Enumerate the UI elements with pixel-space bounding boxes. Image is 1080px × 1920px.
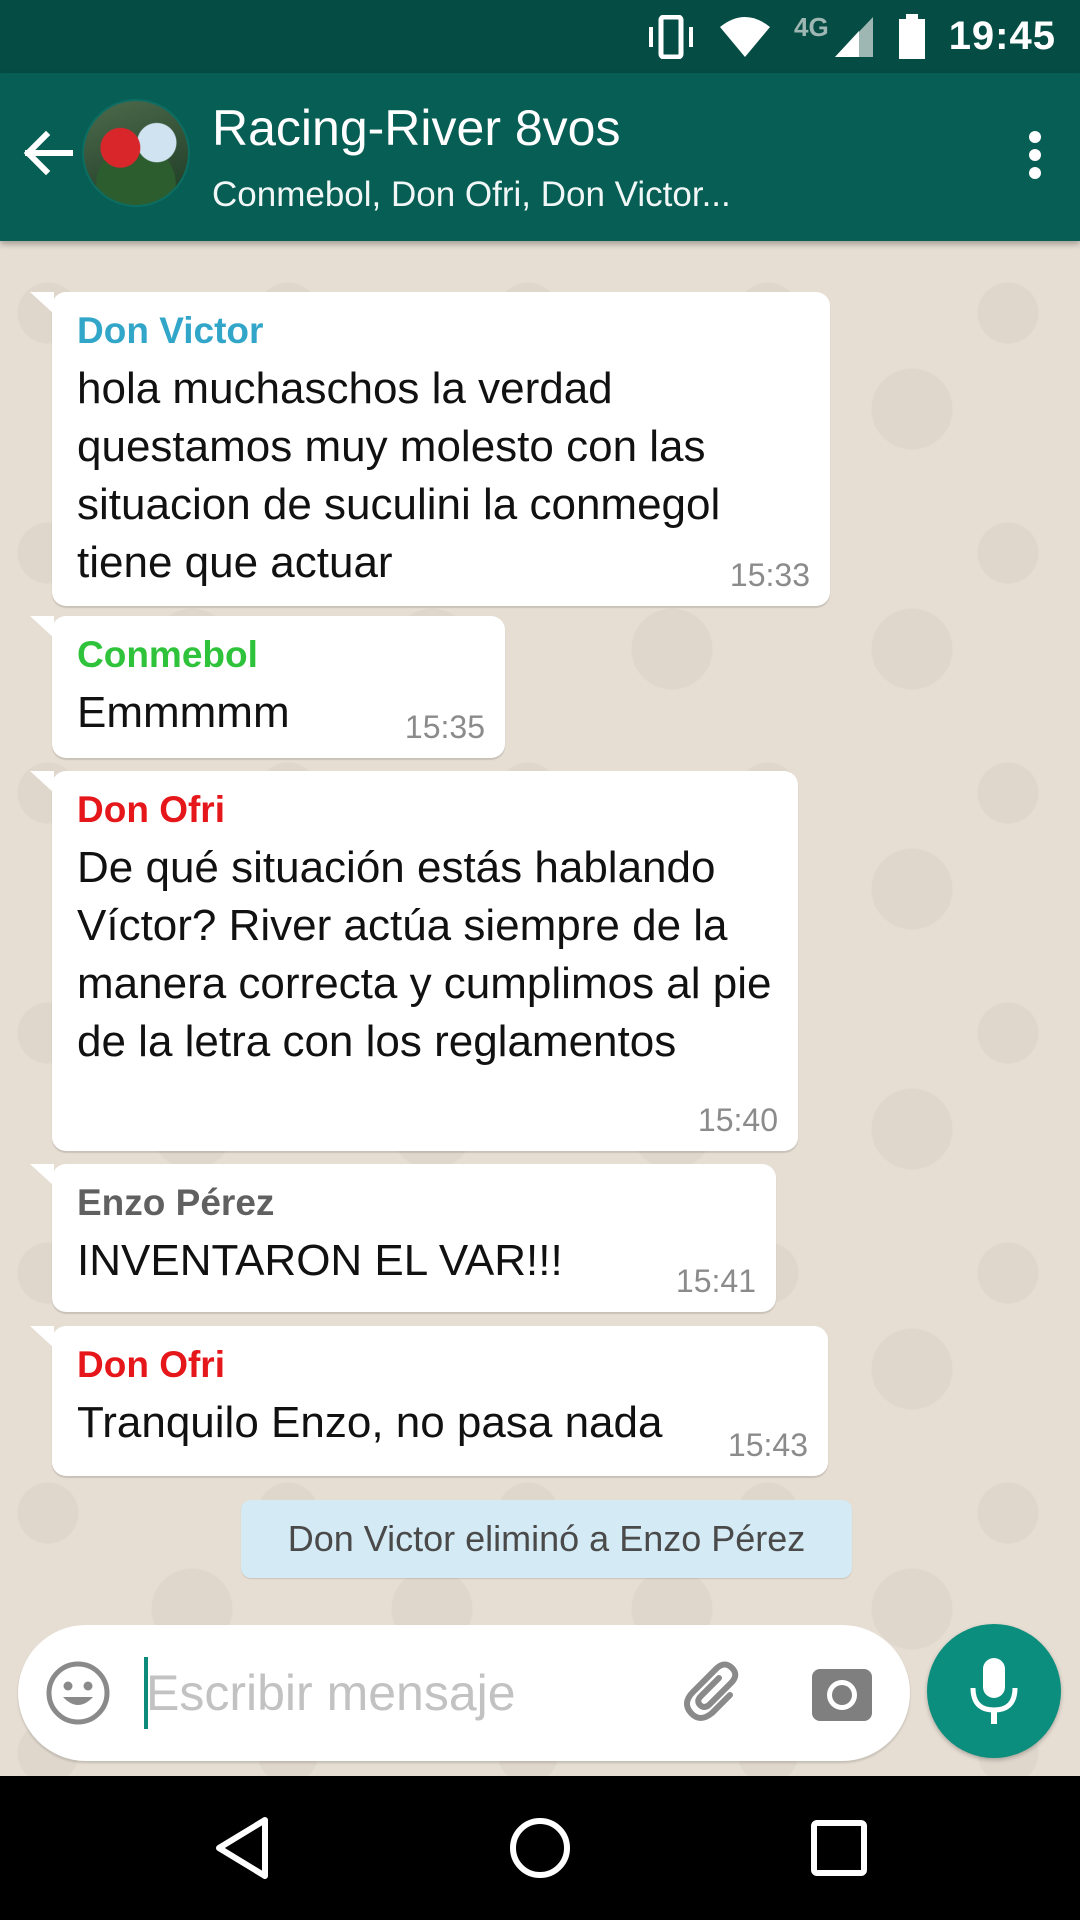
cell-signal-icon	[834, 16, 873, 57]
battery-icon	[898, 13, 925, 59]
recents-square-icon	[811, 1820, 867, 1876]
chat-members[interactable]: Conmebol, Don Ofri, Don Victor...	[212, 175, 731, 215]
message-text: hola muchaschos la verdad questamos muy …	[77, 364, 721, 587]
nav-recents-button[interactable]	[803, 1812, 875, 1884]
status-bar: 4G 19:45	[0, 0, 1080, 73]
message-bubble[interactable]: Conmebol Emmmmm 15:35	[30, 616, 505, 758]
message-time: 15:40	[697, 1102, 778, 1138]
microphone-icon	[970, 1658, 1018, 1724]
message-text: INVENTARON EL VAR!!!	[77, 1236, 563, 1285]
chat-title[interactable]: Racing-River 8vos	[212, 99, 620, 157]
more-options-button[interactable]	[1020, 125, 1050, 185]
message-text: Tranquilo Enzo, no pasa nada	[77, 1398, 663, 1447]
back-button[interactable]	[18, 123, 78, 183]
message-sender: Don Victor	[77, 310, 264, 351]
network-type: 4G	[794, 12, 829, 42]
back-triangle-icon	[216, 1817, 268, 1879]
message-sender: Don Ofri	[77, 789, 225, 830]
message-composer	[18, 1625, 910, 1761]
message-time: 15:43	[727, 1427, 808, 1463]
message-text: De qué situación estás hablando Víctor? …	[77, 843, 772, 1066]
voice-message-button[interactable]	[927, 1624, 1061, 1758]
message-time: 15:41	[675, 1263, 756, 1299]
home-circle-icon	[510, 1818, 570, 1878]
arrow-left-icon	[23, 130, 73, 176]
message-bubble[interactable]: Don Ofri Tranquilo Enzo, no pasa nada 15…	[30, 1326, 828, 1476]
wifi-icon	[720, 16, 770, 57]
more-vertical-icon	[1029, 131, 1041, 179]
emoji-smile-icon	[46, 1661, 110, 1725]
nav-back-button[interactable]	[207, 1812, 279, 1884]
message-sender: Conmebol	[77, 634, 258, 675]
camera-button[interactable]	[810, 1661, 874, 1725]
paperclip-icon	[684, 1661, 739, 1721]
group-avatar[interactable]	[82, 99, 190, 207]
message-bubble[interactable]: Don Victor hola muchaschos la verdad que…	[30, 292, 830, 606]
system-notification: Don Victor eliminó a Enzo Pérez	[241, 1500, 852, 1578]
message-sender: Don Ofri	[77, 1344, 225, 1385]
message-bubble[interactable]: Enzo Pérez INVENTARON EL VAR!!! 15:41	[30, 1164, 776, 1312]
attach-button[interactable]	[678, 1657, 750, 1729]
vibrate-icon	[649, 14, 693, 59]
message-sender: Enzo Pérez	[77, 1182, 275, 1223]
message-input[interactable]	[146, 1651, 626, 1735]
emoji-button[interactable]	[44, 1659, 112, 1727]
nav-home-button[interactable]	[504, 1812, 576, 1884]
message-time: 15:35	[404, 709, 485, 745]
status-time: 19:45	[948, 14, 1056, 58]
system-navigation-bar	[0, 1776, 1080, 1920]
message-time: 15:33	[729, 557, 810, 593]
chat-header: Racing-River 8vos Conmebol, Don Ofri, Do…	[0, 73, 1080, 241]
camera-icon	[812, 1669, 872, 1721]
message-bubble[interactable]: Don Ofri De qué situación estás hablando…	[30, 771, 798, 1151]
